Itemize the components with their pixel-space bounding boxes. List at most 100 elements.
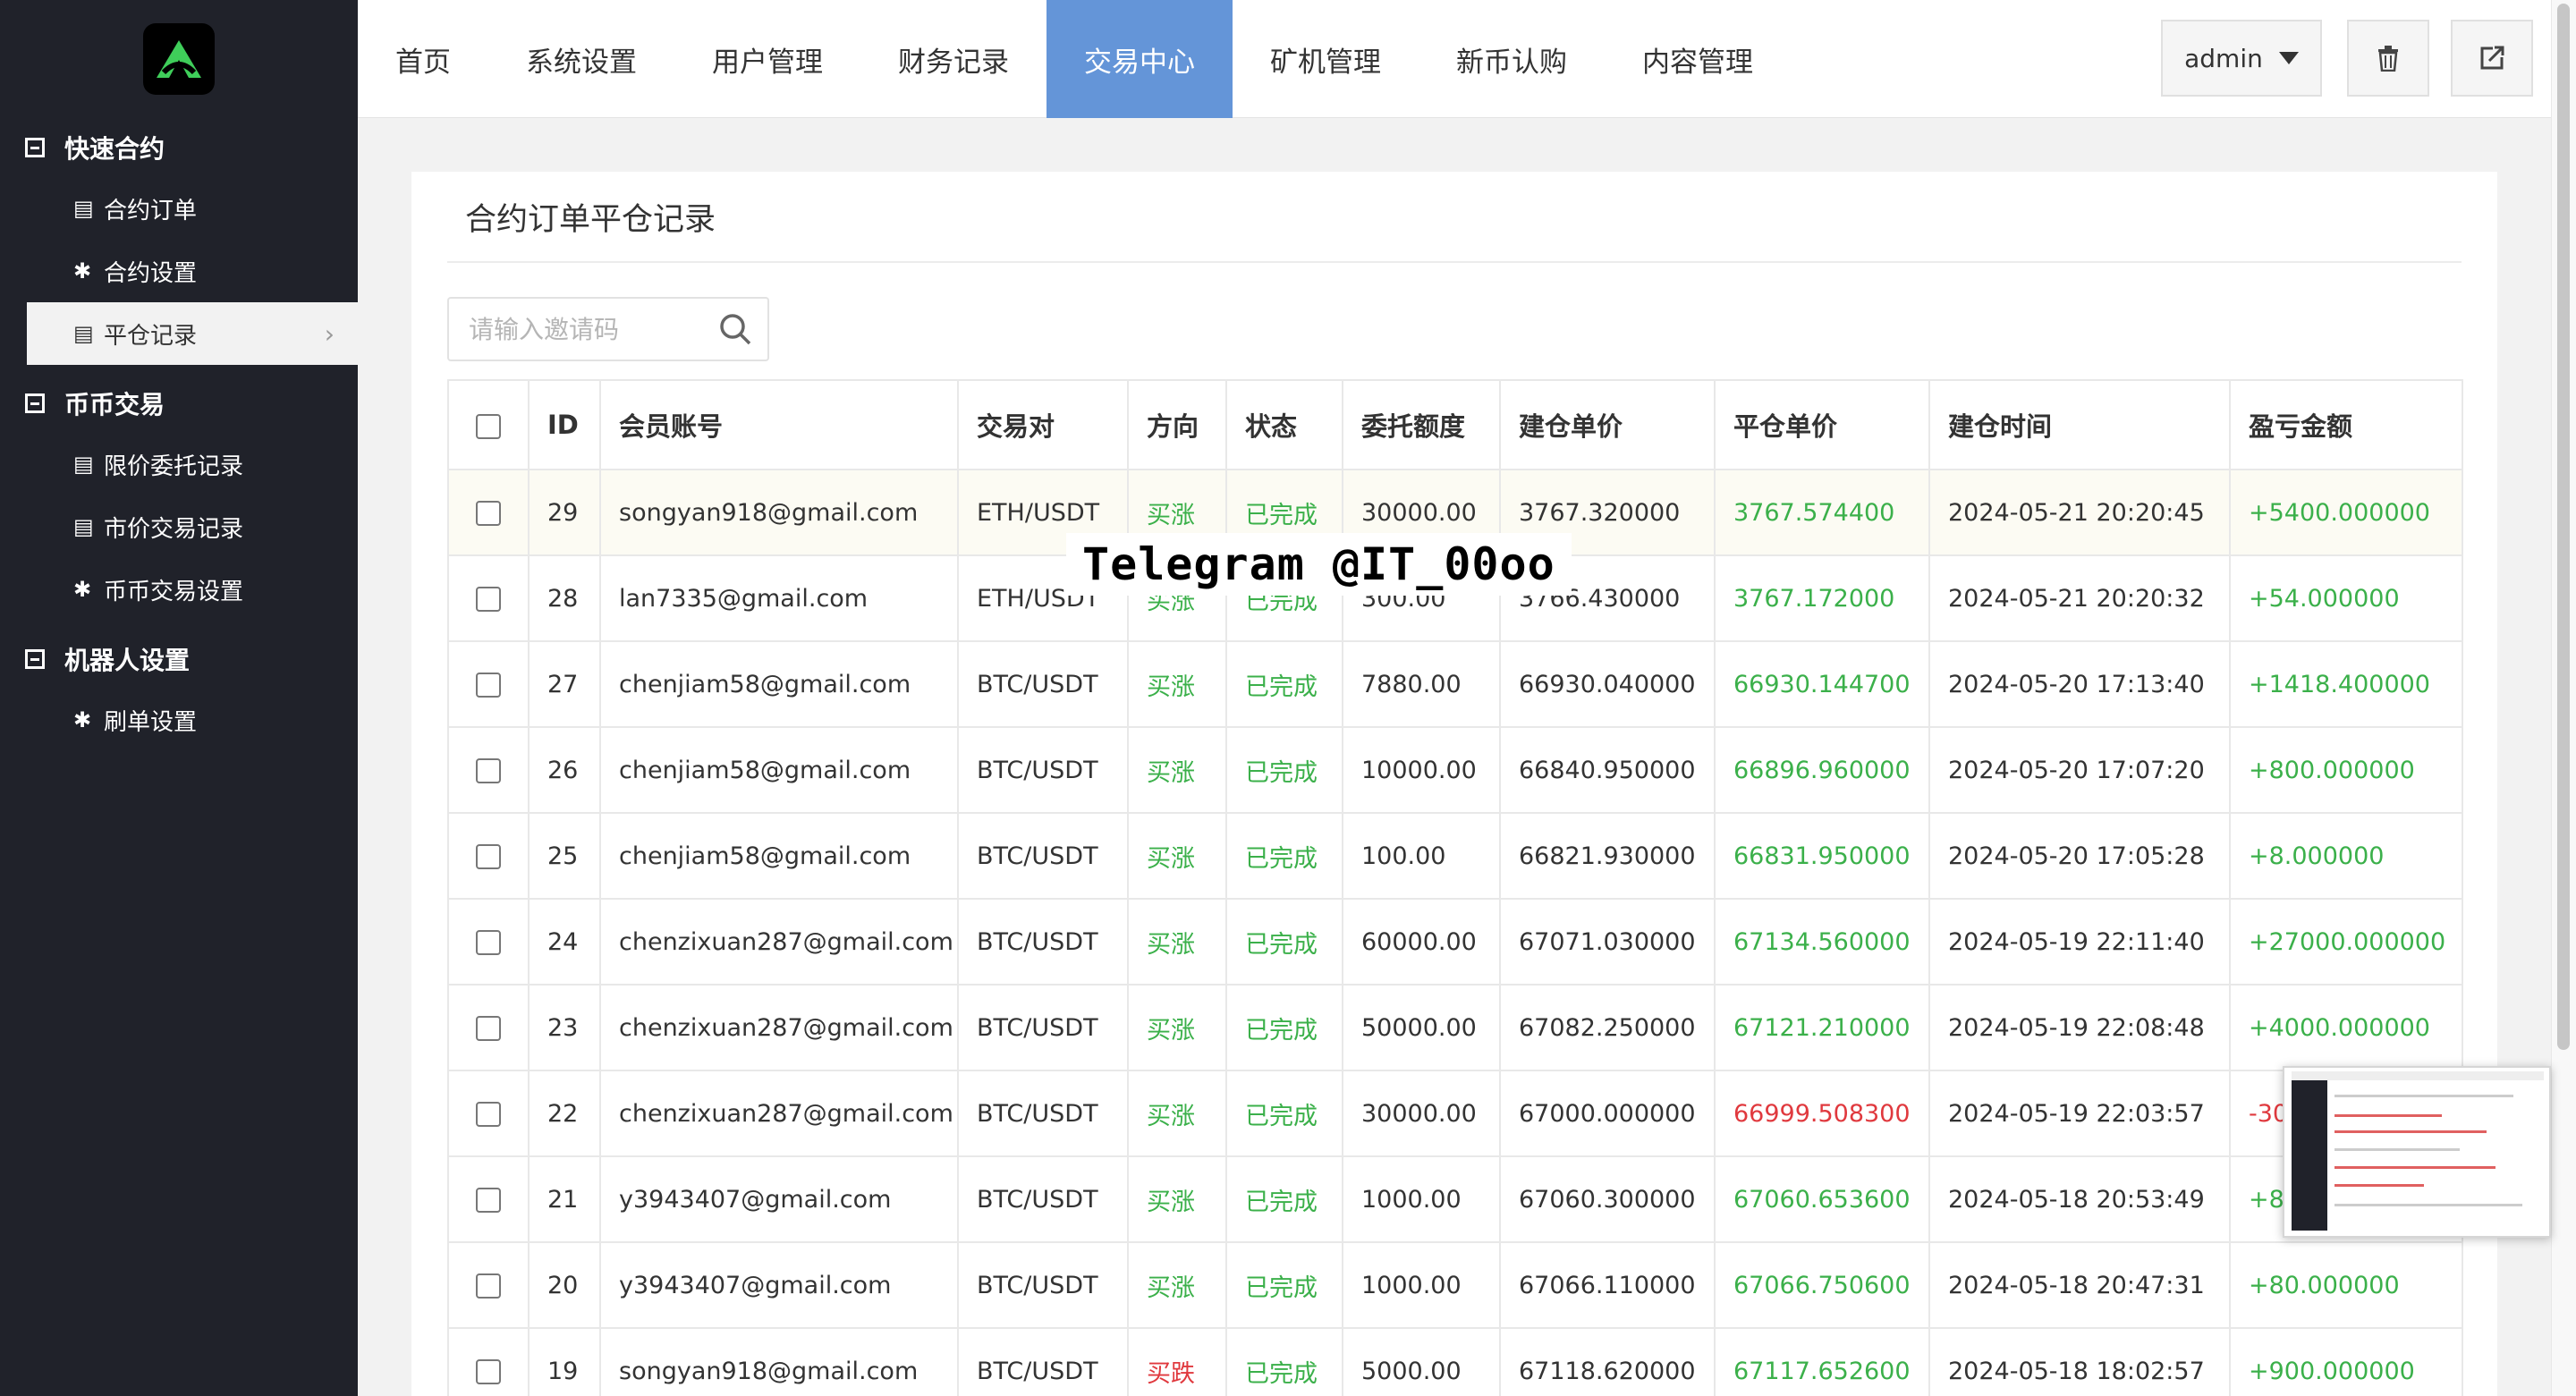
sidebar-item-label: 刷单设置 xyxy=(104,708,198,736)
sidebar-item-label: 平仓记录 xyxy=(104,322,198,350)
cell-direction: 买涨 xyxy=(1127,898,1227,986)
search-icon[interactable] xyxy=(717,311,753,347)
cell-account: chenjiam58@gmail.com xyxy=(599,640,959,728)
nav-item[interactable]: 财务记录 xyxy=(860,0,1046,118)
user-menu-button[interactable]: admin xyxy=(2161,20,2322,97)
menu-group-2[interactable]: 机器人设置 xyxy=(0,630,358,689)
cell-pair: BTC/USDT xyxy=(957,726,1129,814)
table-row[interactable]: 19 songyan918@gmail.com BTC/USDT 买跌 已完成 5000.… xyxy=(447,1327,2463,1396)
cell-account: songyan918@gmail.com xyxy=(599,469,959,556)
gear-icon: ✱ xyxy=(73,258,92,283)
screenshot-preview-thumbnail[interactable] xyxy=(2283,1066,2551,1238)
thumbnail-line xyxy=(2334,1095,2513,1097)
row-checkbox[interactable] xyxy=(476,844,501,869)
top-nav: 首页 系统设置 用户管理 财务记录 交易中心 矿机管理 新币认购 内容管理 xyxy=(358,0,1791,118)
row-select-cell xyxy=(447,554,530,642)
column-header: 状态 xyxy=(1225,379,1343,470)
cell-open-time: 2024-05-18 20:47:31 xyxy=(1928,1241,2231,1329)
app-logo[interactable] xyxy=(143,23,215,95)
menu-group-1[interactable]: 币币交易 xyxy=(0,374,358,433)
row-select-cell xyxy=(447,640,530,728)
logout-button[interactable] xyxy=(2451,20,2533,97)
table-row[interactable]: 26 chenjiam58@gmail.com BTC/USDT 买涨 已完成 10000… xyxy=(447,726,2463,814)
cell-status: 已完成 xyxy=(1225,984,1343,1071)
nav-item[interactable]: 新币认购 xyxy=(1419,0,1605,118)
row-checkbox[interactable] xyxy=(476,1359,501,1384)
clear-cache-button[interactable] xyxy=(2347,20,2429,97)
cell-close-price: 66831.950000 xyxy=(1714,812,1930,900)
cell-account: y3943407@gmail.com xyxy=(599,1241,959,1329)
cell-pair: BTC/USDT xyxy=(957,1327,1129,1396)
sidebar-item[interactable]: ✱ 合约设置 xyxy=(0,240,358,302)
row-checkbox[interactable] xyxy=(476,587,501,612)
table-row[interactable]: 21 y3943407@gmail.com BTC/USDT 买涨 已完成 1000.00… xyxy=(447,1155,2463,1243)
table-row[interactable]: 20 y3943407@gmail.com BTC/USDT 买涨 已完成 1000.00… xyxy=(447,1241,2463,1329)
cell-id: 19 xyxy=(528,1327,601,1396)
table-row[interactable]: 25 chenjiam58@gmail.com BTC/USDT 买涨 已完成 100.0… xyxy=(447,812,2463,900)
table-row[interactable]: 27 chenjiam58@gmail.com BTC/USDT 买涨 已完成 7880.… xyxy=(447,640,2463,728)
sidebar-item[interactable]: ▤ 限价委托记录 xyxy=(0,433,358,495)
table-row[interactable]: 24 chenzixuan287@gmail.com BTC/USDT 买涨 已完成 60… xyxy=(447,898,2463,986)
cell-pnl: +54.000000 xyxy=(2229,554,2463,642)
cell-direction: 买跌 xyxy=(1127,1327,1227,1396)
nav-item[interactable]: 用户管理 xyxy=(674,0,860,118)
cell-status: 已完成 xyxy=(1225,812,1343,900)
row-select-cell xyxy=(447,1241,530,1329)
row-checkbox[interactable] xyxy=(476,930,501,955)
cell-pnl: +800.000000 xyxy=(2229,726,2463,814)
sidebar-item[interactable]: ▤ 市价交易记录 xyxy=(0,495,358,558)
nav-item[interactable]: 内容管理 xyxy=(1605,0,1791,118)
page-scrollbar[interactable] xyxy=(2551,0,2576,1396)
row-checkbox[interactable] xyxy=(476,1273,501,1299)
collapse-icon xyxy=(25,649,45,669)
column-header: 建仓单价 xyxy=(1499,379,1716,470)
cell-close-price: 66999.508300 xyxy=(1714,1070,1930,1157)
nav-item[interactable]: 交易中心 xyxy=(1046,0,1233,118)
search-box xyxy=(447,297,769,361)
cell-amount: 100.00 xyxy=(1342,812,1501,900)
sidebar-item[interactable]: ▤ 合约订单 xyxy=(0,177,358,240)
cell-amount: 7880.00 xyxy=(1342,640,1501,728)
row-checkbox[interactable] xyxy=(476,501,501,526)
chevron-right-icon: › xyxy=(324,318,335,349)
invite-code-search-input[interactable] xyxy=(449,299,717,360)
cell-pair: BTC/USDT xyxy=(957,640,1129,728)
cell-id: 21 xyxy=(528,1155,601,1243)
cell-account: songyan918@gmail.com xyxy=(599,1327,959,1396)
cell-open-price: 67118.620000 xyxy=(1499,1327,1716,1396)
cell-open-price: 67082.250000 xyxy=(1499,984,1716,1071)
row-checkbox[interactable] xyxy=(476,673,501,698)
cell-pnl: +1418.400000 xyxy=(2229,640,2463,728)
sidebar-item[interactable]: ▤ 平仓记录 › xyxy=(27,302,358,365)
sidebar: 快速合约 ▤ 合约订单 ✱ 合约设置 ▤ 平仓记录 › 币币交易 ▤ 限价委托记录 ▤ 市价交易记录 ✱ 币… xyxy=(0,0,358,1396)
cell-pair: BTC/USDT xyxy=(957,1155,1129,1243)
table-row[interactable]: 23 chenzixuan287@gmail.com BTC/USDT 买涨 已完成 50… xyxy=(447,984,2463,1071)
scrollbar-thumb[interactable] xyxy=(2557,4,2570,1050)
sidebar-item-label: 合约设置 xyxy=(104,259,198,287)
nav-item[interactable]: 首页 xyxy=(358,0,488,118)
cell-account: y3943407@gmail.com xyxy=(599,1155,959,1243)
cell-direction: 买涨 xyxy=(1127,1155,1227,1243)
column-header: 建仓时间 xyxy=(1928,379,2231,470)
cell-open-price: 67000.000000 xyxy=(1499,1070,1716,1157)
cell-close-price: 67066.750600 xyxy=(1714,1241,1930,1329)
column-header: 平仓单价 xyxy=(1714,379,1930,470)
menu-group-0[interactable]: 快速合约 xyxy=(0,118,358,177)
column-header: 方向 xyxy=(1127,379,1227,470)
top-header: 首页 系统设置 用户管理 财务记录 交易中心 矿机管理 新币认购 内容管理 admin xyxy=(358,0,2551,118)
row-checkbox[interactable] xyxy=(476,1188,501,1213)
nav-item[interactable]: 系统设置 xyxy=(488,0,674,118)
collapse-icon xyxy=(25,393,45,413)
cell-id: 24 xyxy=(528,898,601,986)
cell-open-time: 2024-05-21 20:20:32 xyxy=(1928,554,2231,642)
sidebar-item[interactable]: ✱ 刷单设置 xyxy=(0,689,358,751)
table-row[interactable]: 22 chenzixuan287@gmail.com BTC/USDT 买涨 已完成 30… xyxy=(447,1070,2463,1157)
select-all-checkbox[interactable] xyxy=(476,414,501,439)
nav-item[interactable]: 矿机管理 xyxy=(1233,0,1419,118)
row-checkbox[interactable] xyxy=(476,1102,501,1127)
thumbnail-line xyxy=(2334,1148,2460,1151)
row-checkbox[interactable] xyxy=(476,1016,501,1041)
row-checkbox[interactable] xyxy=(476,758,501,783)
cell-close-price: 66896.960000 xyxy=(1714,726,1930,814)
sidebar-item[interactable]: ✱ 币币交易设置 xyxy=(0,558,358,621)
